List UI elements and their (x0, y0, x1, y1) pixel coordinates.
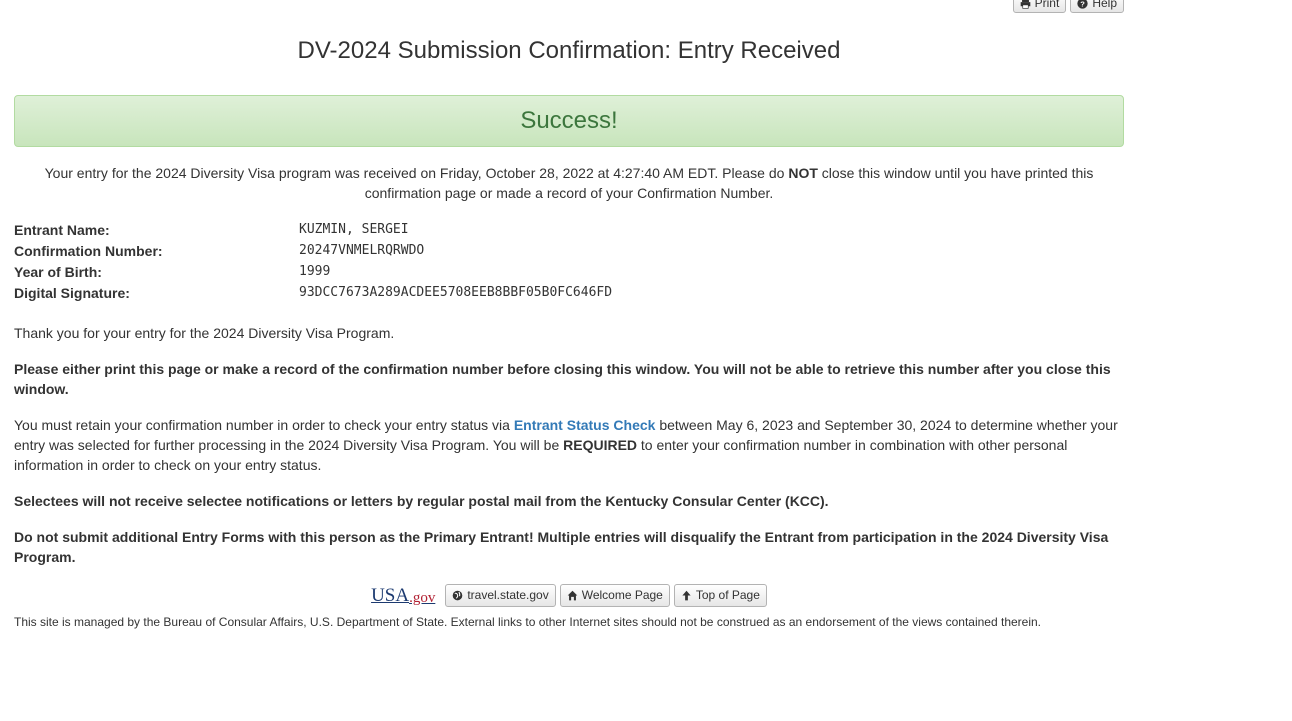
success-banner: Success! (14, 95, 1124, 147)
selectees-paragraph: Selectees will not receive selectee noti… (14, 493, 829, 509)
help-label: Help (1092, 0, 1117, 10)
received-text-1: Your entry for the 2024 Diversity Visa p… (44, 165, 789, 181)
globe-icon (453, 590, 463, 600)
print-label: Print (1034, 0, 1060, 10)
welcome-page-button[interactable]: Welcome Page (559, 583, 670, 607)
print-button[interactable]: Print (1012, 0, 1067, 13)
print-warning-paragraph: Please either print this page or make a … (14, 361, 1111, 397)
digital-signature-value: 93DCC7673A289ACDEE5708EEB8BBF05B0FC646FD (299, 285, 613, 300)
usa-logo-text: USA (371, 585, 410, 606)
usa-logo-gov: .gov (409, 590, 436, 606)
entrant-status-check-link[interactable]: Entrant Status Check (514, 417, 656, 433)
year-of-birth-value: 1999 (299, 264, 331, 279)
retain-text-1: You must retain your confirmation number… (14, 417, 514, 433)
top-of-page-button[interactable]: Top of Page (673, 583, 767, 607)
entrant-name-label: Entrant Name: (14, 221, 110, 238)
retain-emphasis: REQUIRED (563, 437, 638, 453)
print-icon (1020, 0, 1030, 9)
svg-text:?: ? (1081, 0, 1086, 8)
usa-gov-logo[interactable]: USA .gov (371, 583, 435, 607)
question-circle-icon: ? (1077, 0, 1088, 9)
entrant-info: Entrant Name: KUZMIN, SERGEI Confirmatio… (14, 219, 1124, 303)
body-content: Thank you for your entry for the 2024 Di… (14, 323, 1124, 583)
success-label: Success! (520, 107, 618, 134)
confirmation-number-row: Confirmation Number: 20247VNMELRQRWDO (14, 240, 1124, 261)
digital-signature-row: Digital Signature: 93DCC7673A289ACDEE570… (14, 282, 1124, 303)
entrant-name-row: Entrant Name: KUZMIN, SERGEI (14, 219, 1124, 240)
footer-links: USA .gov travel.state.gov Welcome Page To… (14, 583, 1124, 607)
retain-paragraph: You must retain your confirmation number… (14, 415, 1124, 475)
welcome-page-label: Welcome Page (581, 588, 663, 602)
top-toolbar: Print ? Help (1012, 0, 1124, 13)
no-additional-paragraph: Do not submit additional Entry Forms wit… (14, 529, 1109, 565)
travel-state-gov-button[interactable]: travel.state.gov (445, 583, 556, 607)
confirmation-number-value: 20247VNMELRQRWDO (299, 243, 425, 258)
site-disclaimer: This site is managed by the Bureau of Co… (14, 615, 1042, 629)
received-message: Your entry for the 2024 Diversity Visa p… (14, 163, 1124, 203)
help-button[interactable]: ? Help (1070, 0, 1124, 13)
digital-signature-label: Digital Signature: (14, 284, 130, 301)
top-of-page-label: Top of Page (695, 588, 760, 602)
thanks-paragraph: Thank you for your entry for the 2024 Di… (14, 325, 395, 341)
confirmation-number-label: Confirmation Number: (14, 242, 163, 259)
travel-state-gov-label: travel.state.gov (467, 588, 549, 602)
home-icon (567, 590, 578, 600)
received-emphasis: NOT (788, 165, 818, 181)
entrant-name-value: KUZMIN, SERGEI (299, 222, 409, 237)
page-title: DV-2024 Submission Confirmation: Entry R… (297, 37, 841, 64)
year-of-birth-row: Year of Birth: 1999 (14, 261, 1124, 282)
year-of-birth-label: Year of Birth: (14, 263, 102, 280)
arrow-up-icon (682, 590, 691, 600)
